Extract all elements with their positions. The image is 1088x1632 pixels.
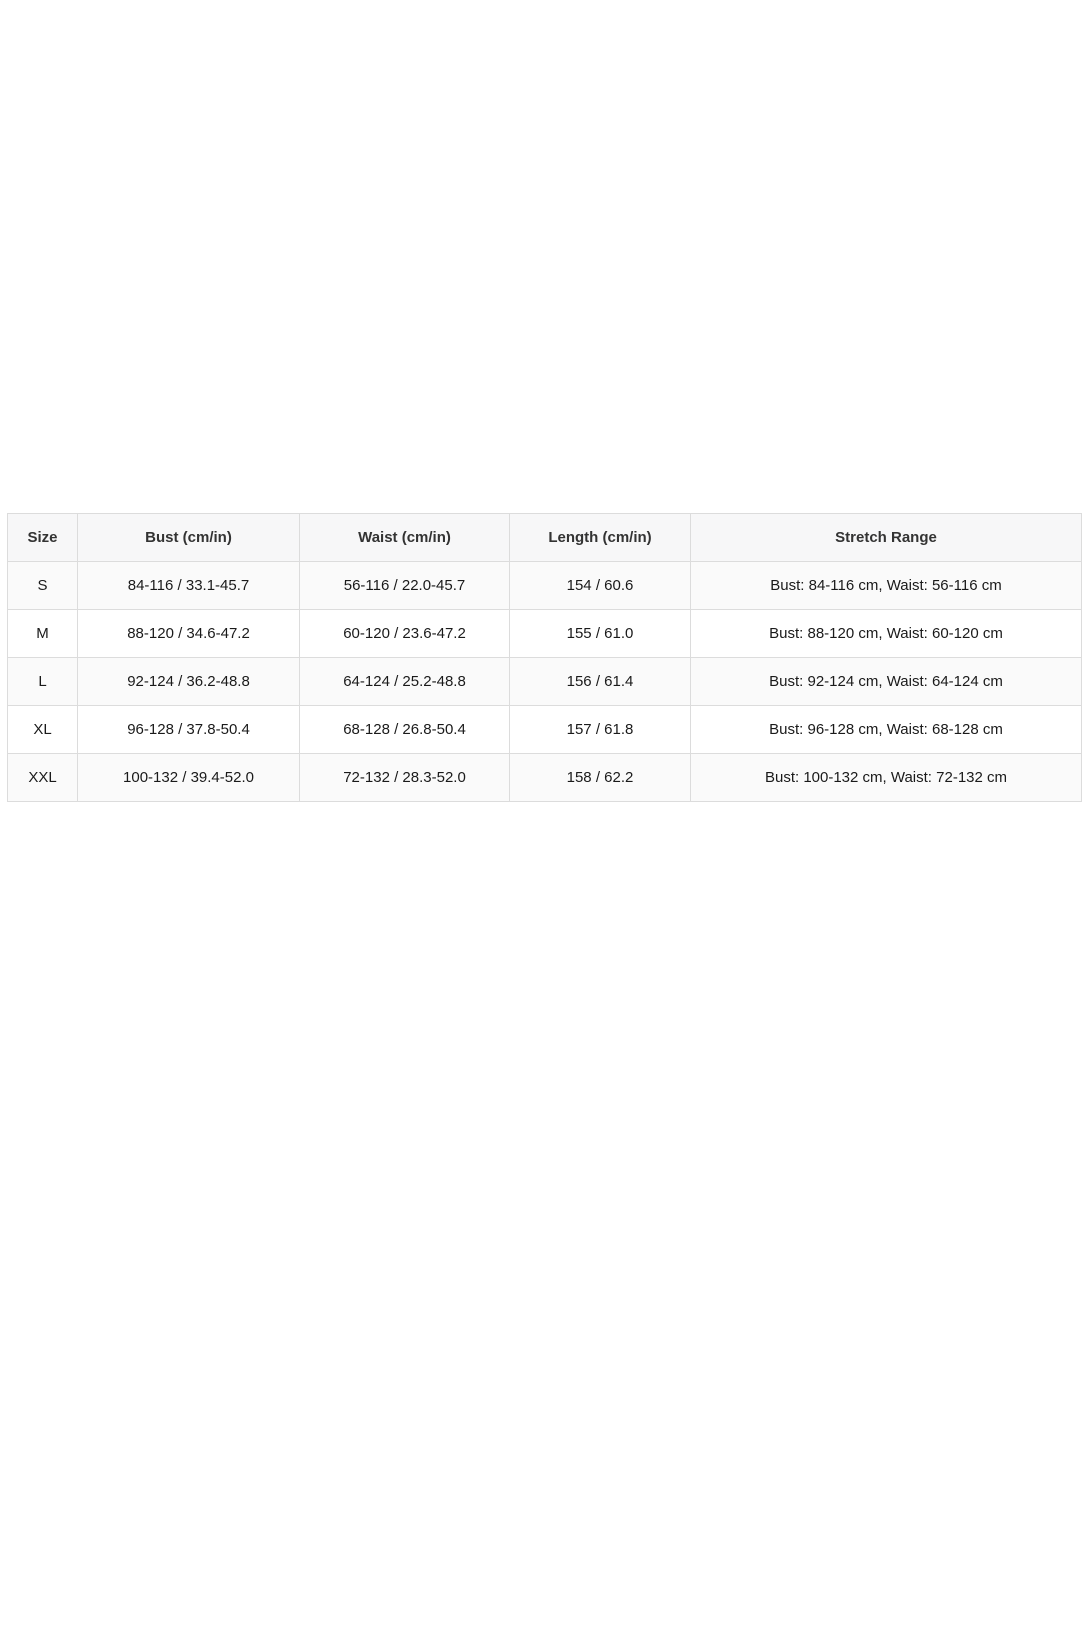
cell-stretch-range: Bust: 100-132 cm, Waist: 72-132 cm	[690, 753, 1082, 802]
cell-size: XXL	[7, 753, 78, 802]
table-row: M 88-120 / 34.6-47.2 60-120 / 23.6-47.2 …	[7, 609, 1082, 658]
cell-stretch-range: Bust: 84-116 cm, Waist: 56-116 cm	[690, 561, 1082, 610]
cell-bust: 84-116 / 33.1-45.7	[77, 561, 300, 610]
cell-waist: 72-132 / 28.3-52.0	[299, 753, 510, 802]
cell-length: 158 / 62.2	[509, 753, 691, 802]
cell-length: 155 / 61.0	[509, 609, 691, 658]
table-row: XXL 100-132 / 39.4-52.0 72-132 / 28.3-52…	[7, 753, 1082, 802]
cell-stretch-range: Bust: 92-124 cm, Waist: 64-124 cm	[690, 657, 1082, 706]
cell-length: 157 / 61.8	[509, 705, 691, 754]
cell-bust: 92-124 / 36.2-48.8	[77, 657, 300, 706]
cell-size: XL	[7, 705, 78, 754]
cell-bust: 100-132 / 39.4-52.0	[77, 753, 300, 802]
header-length: Length (cm/in)	[509, 513, 691, 562]
cell-length: 154 / 60.6	[509, 561, 691, 610]
cell-stretch-range: Bust: 96-128 cm, Waist: 68-128 cm	[690, 705, 1082, 754]
header-bust: Bust (cm/in)	[77, 513, 300, 562]
table-row: XL 96-128 / 37.8-50.4 68-128 / 26.8-50.4…	[7, 705, 1082, 754]
cell-length: 156 / 61.4	[509, 657, 691, 706]
size-chart-table: Size Bust (cm/in) Waist (cm/in) Length (…	[7, 513, 1082, 802]
header-size: Size	[7, 513, 78, 562]
cell-size: S	[7, 561, 78, 610]
header-stretch-range: Stretch Range	[690, 513, 1082, 562]
cell-stretch-range: Bust: 88-120 cm, Waist: 60-120 cm	[690, 609, 1082, 658]
header-waist: Waist (cm/in)	[299, 513, 510, 562]
table-row: S 84-116 / 33.1-45.7 56-116 / 22.0-45.7 …	[7, 561, 1082, 610]
cell-waist: 64-124 / 25.2-48.8	[299, 657, 510, 706]
cell-bust: 88-120 / 34.6-47.2	[77, 609, 300, 658]
cell-waist: 68-128 / 26.8-50.4	[299, 705, 510, 754]
cell-bust: 96-128 / 37.8-50.4	[77, 705, 300, 754]
table-header-row: Size Bust (cm/in) Waist (cm/in) Length (…	[7, 513, 1082, 562]
cell-waist: 56-116 / 22.0-45.7	[299, 561, 510, 610]
cell-size: L	[7, 657, 78, 706]
cell-waist: 60-120 / 23.6-47.2	[299, 609, 510, 658]
cell-size: M	[7, 609, 78, 658]
table-row: L 92-124 / 36.2-48.8 64-124 / 25.2-48.8 …	[7, 657, 1082, 706]
